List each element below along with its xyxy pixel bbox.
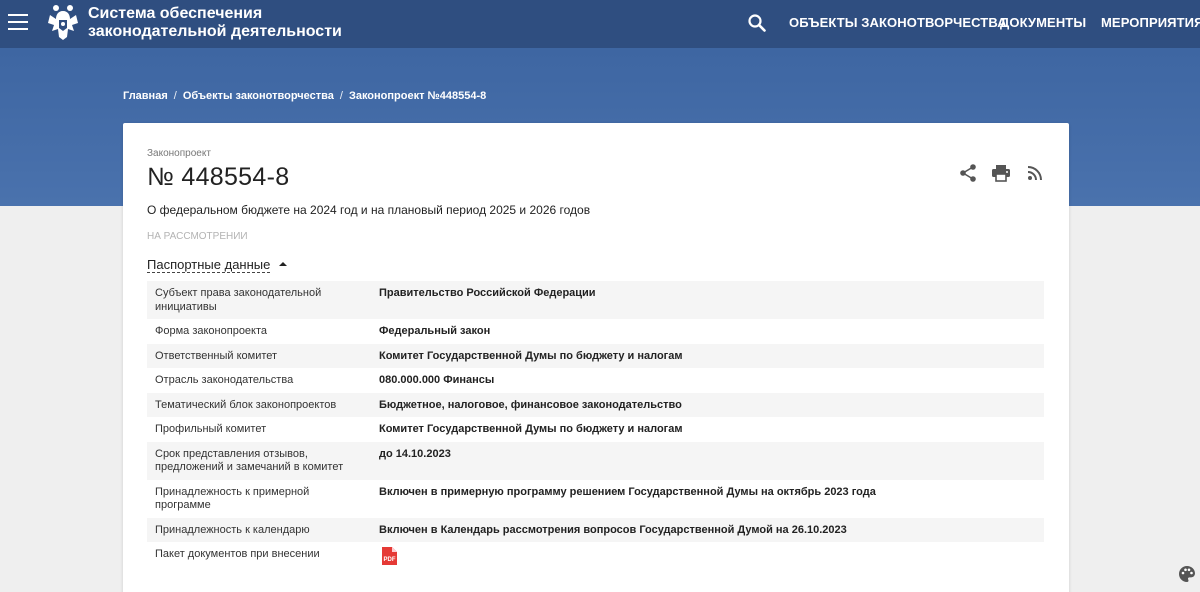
passport-row-value: Бюджетное, налоговое, финансовое законод… — [371, 392, 1044, 417]
passport-row: Субъект права законодательной инициативы… — [147, 281, 1044, 319]
search-icon[interactable] — [747, 13, 767, 33]
share-icon[interactable] — [958, 163, 978, 183]
passport-row-key: Принадлежность к календарю — [147, 517, 371, 542]
passport-row: Профильный комитет Комитет Государственно… — [147, 417, 1044, 442]
top-navbar: Система обеспечения законодательной деят… — [0, 0, 1200, 48]
pdf-icon-label: PDF — [384, 557, 396, 563]
bill-card: Законопроект № 448554-8 О федеральном бю… — [123, 123, 1069, 592]
nav-link-documents[interactable]: ДОКУМЕНТЫ — [1000, 15, 1086, 30]
site-title[interactable]: Система обеспечения законодательной деят… — [88, 5, 342, 41]
emblem-icon[interactable] — [46, 3, 80, 41]
nav-link-events[interactable]: МЕРОПРИЯТИЯ — [1101, 15, 1200, 30]
passport-row-value: Включен в примерную программу решением Г… — [379, 485, 876, 498]
breadcrumb-objects[interactable]: Объекты законотворчества — [183, 90, 334, 102]
passport-row: Срок представления отзывов, предложений … — [147, 441, 1044, 480]
passport-row: Принадлежность к календарю Включен в Кале… — [147, 517, 1044, 542]
passport-row: Принадлежность к примерной программе Вклю… — [147, 480, 1044, 518]
passport-row: Отрасль законодательства 080.000.000 Фина… — [147, 368, 1044, 393]
passport-table: Субъект права законодательной инициативы… — [147, 281, 1044, 576]
passport-row: Форма законопроекта Федеральный закон — [147, 319, 1044, 344]
passport-row-value: PDF — [371, 542, 1044, 576]
site-title-line1: Система обеспечения — [88, 5, 263, 22]
passport-row-value: Комитет Государственной Думы по бюджету … — [371, 343, 1044, 368]
passport-row-value: Федеральный закон — [379, 325, 491, 337]
passport-row-value: Правительство Российской Федерации — [371, 281, 1044, 319]
passport-toggle[interactable]: Паспортные данные — [147, 257, 271, 273]
bill-title: О федеральном бюджете на 2024 год и на п… — [147, 203, 591, 217]
passport-row-value: Включен в Календарь рассмотрения вопросо… — [371, 517, 1044, 542]
site-title-line2: законодательной деятельности — [88, 23, 342, 40]
passport-row: Ответственный комитет Комитет Государстве… — [147, 343, 1044, 368]
nav-link-objects[interactable]: ОБЪЕКТЫ ЗАКОНОТВОРЧЕСТВА — [789, 15, 1007, 30]
passport-row: Пакет документов при внесении PDF — [147, 542, 1044, 576]
bill-kind: Законопроект — [147, 148, 211, 159]
passport-row-value: до 14.10.2023 — [371, 441, 1044, 480]
passport-row-value: 080.000.000 Финансы — [379, 374, 495, 386]
passport-row-key: Срок представления отзывов, предложений … — [147, 441, 371, 480]
pdf-icon[interactable]: PDF — [379, 546, 399, 566]
passport-row-key: Пакет документов при внесении — [155, 548, 320, 560]
bill-number: № 448554-8 — [147, 163, 290, 191]
breadcrumb-home[interactable]: Главная — [123, 90, 168, 102]
passport-row-key: Тематический блок законопроектов — [147, 392, 371, 417]
passport-row-key: Отрасль законодательства — [155, 374, 294, 386]
palette-icon[interactable] — [1178, 565, 1196, 583]
passport-row-key: Профильный комитет — [155, 423, 267, 435]
passport-row-value: Комитет Государственной Думы по бюджету … — [379, 423, 683, 435]
status-badge: НА РАССМОТРЕНИИ — [147, 231, 248, 242]
rss-icon[interactable] — [1025, 163, 1045, 183]
passport-row-key: Субъект права законодательной инициативы — [147, 281, 371, 319]
print-icon[interactable] — [991, 163, 1011, 183]
breadcrumb: Главная / Объекты законотворчества / Зак… — [123, 90, 486, 102]
passport-row: Тематический блок законопроектов Бюджетно… — [147, 392, 1044, 417]
passport-row-key: Принадлежность к примерной программе — [155, 485, 310, 512]
breadcrumb-separator: / — [339, 90, 343, 102]
caret-up-icon[interactable] — [279, 262, 287, 266]
breadcrumb-separator: / — [173, 90, 177, 102]
breadcrumb-current: Законопроект №448554-8 — [348, 90, 487, 102]
passport-row-key: Ответственный комитет — [147, 343, 371, 368]
hamburger-icon[interactable] — [8, 14, 28, 30]
passport-row-key: Форма законопроекта — [155, 325, 268, 337]
